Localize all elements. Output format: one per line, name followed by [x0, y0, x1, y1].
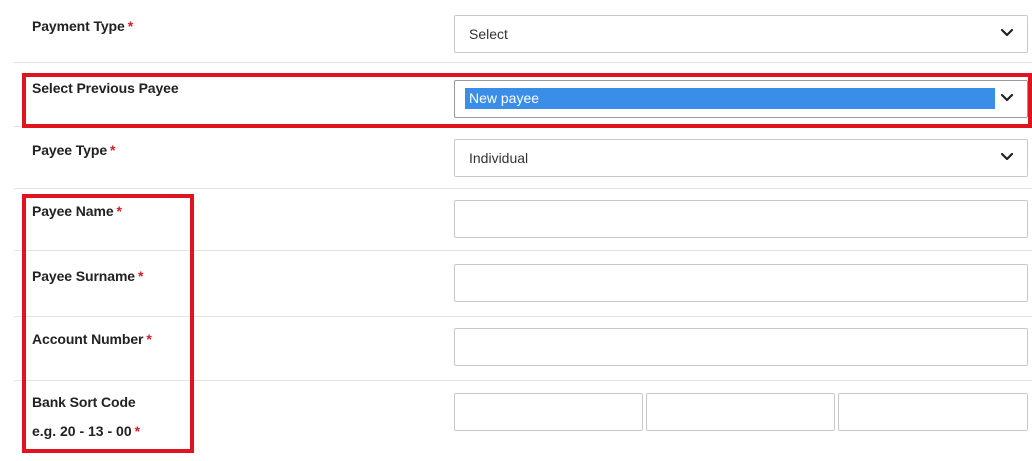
required-asterisk: *: [134, 423, 141, 439]
previous-payee-row: Select Previous Payee New payee: [14, 62, 1032, 127]
payment-type-select[interactable]: Select: [454, 15, 1028, 53]
account-number-input[interactable]: [454, 328, 1028, 366]
payee-name-label: Payee Name *: [32, 203, 122, 219]
payee-surname-label-text: Payee Surname: [32, 268, 135, 284]
bank-sort-code-hint: e.g. 20 - 13 - 00 *: [32, 423, 140, 439]
payee-name-label-text: Payee Name: [32, 203, 114, 219]
chevron-down-icon: [1000, 28, 1014, 37]
payment-type-label: Payment Type *: [32, 18, 133, 34]
payee-surname-row: Payee Surname *: [14, 250, 1032, 317]
payee-type-label-text: Payee Type: [32, 142, 108, 158]
previous-payee-value: New payee: [469, 90, 540, 106]
chevron-down-icon: [1000, 152, 1014, 161]
payee-name-input[interactable]: [454, 200, 1028, 238]
payment-type-row: Payment Type * Select: [14, 0, 1032, 63]
sort-code-part-2-input[interactable]: [646, 393, 835, 431]
payment-type-value: Select: [469, 26, 508, 42]
bank-sort-code-hint-text: e.g. 20 - 13 - 00: [32, 423, 132, 439]
bank-sort-code-row: Bank Sort Code e.g. 20 - 13 - 00 *: [14, 380, 1032, 461]
required-asterisk: *: [116, 203, 122, 219]
payee-type-select[interactable]: Individual: [454, 139, 1028, 177]
payee-type-label: Payee Type *: [32, 142, 115, 158]
payee-type-row: Payee Type * Individual: [14, 126, 1032, 189]
previous-payee-select[interactable]: New payee: [454, 80, 1028, 118]
account-number-row: Account Number *: [14, 316, 1032, 381]
payee-surname-label: Payee Surname *: [32, 268, 143, 284]
required-asterisk: *: [127, 18, 134, 34]
account-number-label-text: Account Number: [32, 331, 144, 347]
required-asterisk: *: [110, 142, 116, 158]
payee-surname-input[interactable]: [454, 264, 1028, 302]
payee-type-value: Individual: [469, 150, 529, 166]
selected-option-highlight: [465, 88, 995, 109]
sort-code-part-1-input[interactable]: [454, 393, 643, 431]
account-number-label: Account Number *: [32, 331, 152, 347]
payee-name-row: Payee Name *: [14, 188, 1032, 251]
bank-sort-code-label: Bank Sort Code: [32, 394, 136, 410]
sort-code-part-3-input[interactable]: [838, 393, 1028, 431]
payment-type-label-text: Payment Type: [32, 18, 125, 34]
required-asterisk: *: [137, 268, 144, 284]
chevron-down-icon: [1000, 93, 1014, 102]
payee-form: Payment Type * Select Select Previous Pay…: [0, 0, 1032, 461]
previous-payee-label: Select Previous Payee: [32, 80, 179, 96]
required-asterisk: *: [146, 331, 152, 347]
